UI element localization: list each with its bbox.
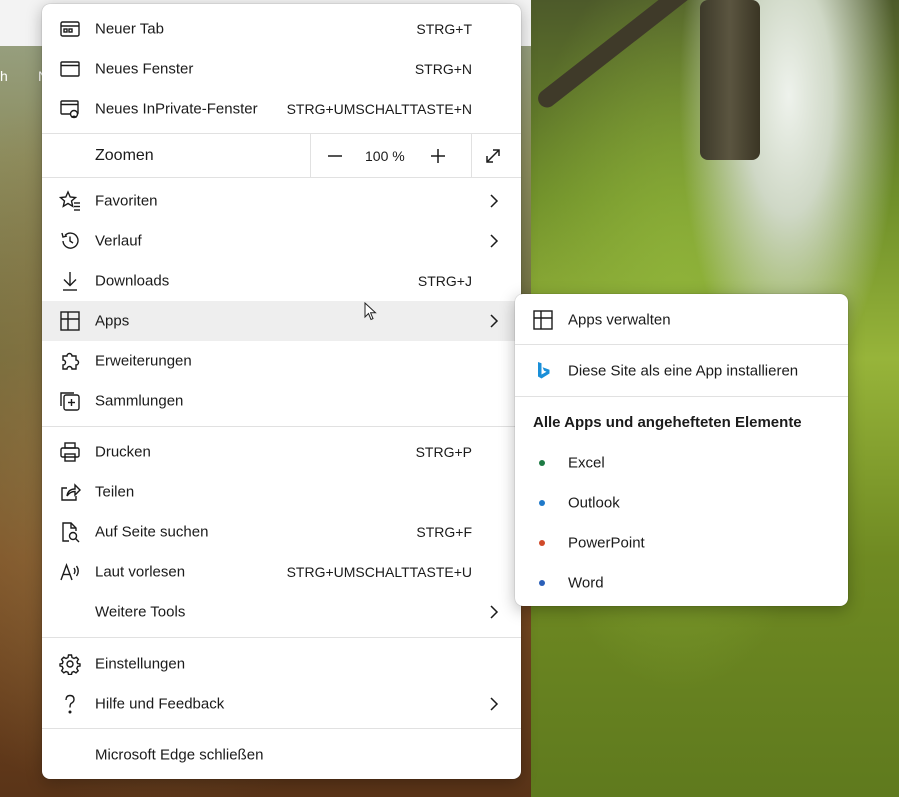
excel-icon [539,460,545,466]
shortcut-text: STRG+J [417,273,472,289]
menu-item-label: Verlauf [95,232,142,250]
extensions-icon [58,349,82,373]
menu-item-extensions[interactable]: Erweiterungen [42,341,521,381]
menu-separator [42,177,521,178]
menu-item-label: Teilen [95,483,135,501]
menu-item-label: Drucken [95,443,151,461]
download-icon [58,269,82,293]
menu-item-label: Auf Seite suchen [95,523,209,541]
menu-item-settings[interactable]: Einstellungen [42,644,521,684]
chevron-right-icon [487,314,501,328]
menu-item-close-edge[interactable]: Microsoft Edge schließen [42,735,521,775]
shortcut-text: STRG+T [416,21,472,37]
menu-item-label: Neues Fenster [95,60,194,78]
shortcut-text: STRG+F [416,524,472,540]
share-icon [58,480,82,504]
history-icon [58,229,82,253]
menu-item-label: Favoriten [95,192,158,210]
menu-separator [515,396,848,397]
settings-icon [58,652,82,676]
inprivate-window-icon [58,97,82,121]
powerpoint-icon [539,540,545,546]
submenu-item-install-site[interactable]: Diese Site als eine App installieren [515,351,848,391]
menu-item-print[interactable]: Drucken STRG+P [42,432,521,472]
chevron-right-icon [487,194,501,208]
menu-separator [42,728,521,729]
menu-item-label: Sammlungen [95,392,184,410]
menu-item-label: Laut vorlesen [95,563,186,581]
menu-item-label: Microsoft Edge schließen [95,746,264,764]
print-icon [58,440,82,464]
menu-item-label: Hilfe und Feedback [95,695,225,713]
read-aloud-icon [58,560,82,584]
menu-item-history[interactable]: Verlauf [42,221,521,261]
favorites-icon [58,189,82,213]
bing-logo-icon [531,359,555,383]
menu-item-read-aloud[interactable]: Laut vorlesen STRG+UMSCHALTTASTE+U [42,552,521,592]
menu-item-help-feedback[interactable]: Hilfe und Feedback [42,684,521,724]
app-label: Excel [568,454,605,472]
word-icon [539,580,545,586]
chevron-right-icon [487,234,501,248]
zoom-in-button[interactable] [424,142,452,170]
apps-icon [58,309,82,333]
find-on-page-icon [58,520,82,544]
menu-item-new-tab[interactable]: Neuer Tab STRG+T [42,9,521,49]
help-icon [58,692,82,716]
app-item-outlook[interactable]: Outlook [515,483,848,523]
apps-icon [531,308,555,332]
zoom-divider [471,134,472,177]
shortcut-text: STRG+P [415,444,472,460]
background-tree [700,0,760,160]
zoom-row: Zoomen 100 % [42,134,521,177]
submenu-item-label: Diese Site als eine App installieren [568,362,799,380]
zoom-level: 100 % [365,147,405,164]
menu-item-new-window[interactable]: Neues Fenster STRG+N [42,49,521,89]
menu-separator [42,426,521,427]
new-tab-icon [58,17,82,41]
mouse-cursor-icon [364,302,377,321]
submenu-item-label: Apps verwalten [568,311,671,329]
menu-item-label: Downloads [95,272,170,290]
menu-item-apps[interactable]: Apps [42,301,521,341]
menu-item-downloads[interactable]: Downloads STRG+J [42,261,521,301]
menu-item-label: Weitere Tools [95,603,186,621]
zoom-out-button[interactable] [321,142,349,170]
menu-item-share[interactable]: Teilen [42,472,521,512]
menu-item-label: Einstellungen [95,655,186,673]
menu-item-new-inprivate-window[interactable]: Neues InPrivate-Fenster STRG+UMSCHALTTAS… [42,89,521,129]
app-item-powerpoint[interactable]: PowerPoint [515,523,848,563]
menu-item-label: Neues InPrivate-Fenster [95,100,258,118]
app-label: Word [568,574,604,592]
menu-item-label: Erweiterungen [95,352,192,370]
zoom-divider [310,134,311,177]
menu-item-label: Apps [95,312,130,330]
shortcut-text: STRG+UMSCHALTTASTE+U [286,564,472,580]
chevron-right-icon [487,605,501,619]
menu-separator [42,637,521,638]
settings-menu: Neuer Tab STRG+T Neues Fenster STRG+N Ne… [42,4,521,779]
outlook-icon [539,500,545,506]
submenu-item-manage-apps[interactable]: Apps verwalten [515,300,848,340]
app-label: Outlook [568,494,620,512]
shortcut-text: STRG+UMSCHALTTASTE+N [286,101,472,117]
menu-item-favorites[interactable]: Favoriten [42,181,521,221]
new-window-icon [58,57,82,81]
menu-separator [515,344,848,345]
collections-icon [58,389,82,413]
page-text-fragment: h [0,68,8,84]
menu-item-label: Neuer Tab [95,20,164,38]
menu-item-collections[interactable]: Sammlungen [42,381,521,421]
zoom-label: Zoomen [95,146,154,164]
menu-item-more-tools[interactable]: Weitere Tools [42,592,521,632]
chevron-right-icon [487,697,501,711]
menu-item-find-on-page[interactable]: Auf Seite suchen STRG+F [42,512,521,552]
apps-submenu: Apps verwalten Diese Site als eine App i… [515,294,848,606]
app-label: PowerPoint [568,534,645,552]
apps-section-heading: Alle Apps und angehefteten Elemente [533,414,802,431]
app-item-word[interactable]: Word [515,563,848,603]
shortcut-text: STRG+N [414,61,472,77]
app-item-excel[interactable]: Excel [515,443,848,483]
fullscreen-button[interactable] [479,142,507,170]
